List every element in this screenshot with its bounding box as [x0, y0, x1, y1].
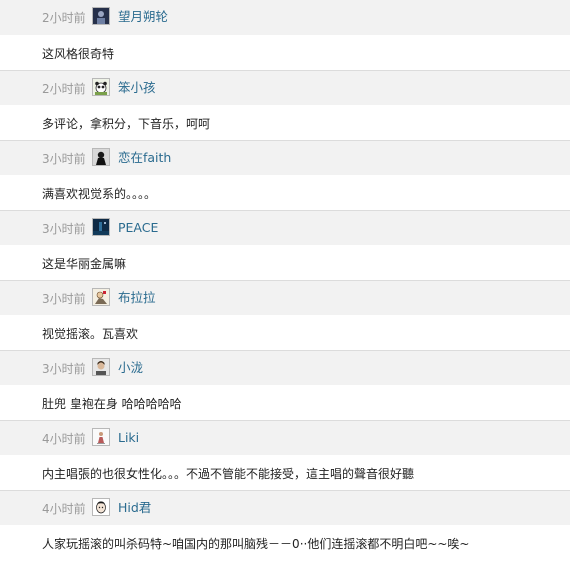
avatar[interactable]: [92, 498, 110, 516]
comment-item: 4小时前 Hid君 人家玩摇滚的叫杀码特~咱国内的那叫脑残－－0··他们连摇滚都…: [0, 490, 570, 560]
night-scene-avatar-icon: [93, 219, 109, 235]
avatar[interactable]: [92, 148, 110, 166]
small-figure-avatar-icon: [93, 429, 109, 445]
comment-timestamp: 3小时前: [42, 222, 86, 236]
comment-item: 2小时前 望月朔轮 这风格很奇特: [0, 0, 570, 70]
comment-list: 2小时前 望月朔轮 这风格很奇特 2小时前 笨小孩 多评论，拿积分，下音乐，呵呵…: [0, 0, 570, 561]
comment-header: 3小时前 恋在faith: [0, 140, 570, 175]
comment-timestamp: 3小时前: [42, 292, 86, 306]
comment-item: 2小时前 笨小孩 多评论，拿积分，下音乐，呵呵: [0, 70, 570, 140]
comment-header: 3小时前 PEACE: [0, 210, 570, 245]
comment-text: 这是华丽金属嘛: [42, 257, 127, 271]
comment-username[interactable]: 小泷: [118, 360, 143, 376]
comment-item: 3小时前 小泷 肚兜 皇袍在身 哈哈哈哈哈: [0, 350, 570, 420]
comment-text: 多评论，拿积分，下音乐，呵呵: [42, 117, 211, 131]
comment-header: 3小时前 布拉拉: [0, 280, 570, 315]
dark-figure-avatar-icon: [93, 8, 109, 24]
face-avatar-icon: [93, 499, 109, 515]
comment-username[interactable]: 恋在faith: [118, 150, 171, 166]
comment-text: 肚兜 皇袍在身 哈哈哈哈哈: [42, 397, 182, 411]
comment-username[interactable]: PEACE: [118, 220, 158, 236]
comment-item: 3小时前 PEACE 这是华丽金属嘛: [0, 210, 570, 280]
dark-figure-avatar-icon: [93, 149, 109, 165]
comment-text: 这风格很奇特: [42, 47, 115, 61]
comment-timestamp: 3小时前: [42, 152, 86, 166]
portrait-avatar-icon: [93, 359, 109, 375]
comment-timestamp: 4小时前: [42, 502, 86, 516]
comment-text: 满喜欢视觉系的。。。。: [42, 187, 157, 201]
comment-header: 3小时前 小泷: [0, 350, 570, 385]
avatar[interactable]: [92, 78, 110, 96]
comment-item: 4小时前 Liki 内主唱張的也很女性化。。。不過不管能不能接受，這主唱的聲音很…: [0, 420, 570, 490]
avatar[interactable]: [92, 428, 110, 446]
comment-header: 4小时前 Hid君: [0, 490, 570, 525]
comment-item: 3小时前 恋在faith 满喜欢视觉系的。。。。: [0, 140, 570, 210]
comment-item: 3小时前 布拉拉 视觉摇滚。瓦喜欢: [0, 280, 570, 350]
comment-username[interactable]: Hid君: [118, 500, 151, 516]
comment-username[interactable]: 笨小孩: [118, 80, 156, 96]
cartoon-avatar-icon: [93, 289, 109, 305]
comment-header: 4小时前 Liki: [0, 420, 570, 455]
comment-username[interactable]: 布拉拉: [118, 290, 156, 306]
comment-text: 人家玩摇滚的叫杀码特~咱国内的那叫脑残－－0··他们连摇滚都不明白吧~~唉~: [42, 537, 470, 551]
comment-timestamp: 2小时前: [42, 82, 86, 96]
panda-avatar-icon: [93, 79, 109, 95]
comment-timestamp: 2小时前: [42, 11, 86, 25]
comment-text: 视觉摇滚。瓦喜欢: [42, 327, 139, 341]
comment-timestamp: 3小时前: [42, 362, 86, 376]
avatar[interactable]: [92, 7, 110, 25]
comment-username[interactable]: 望月朔轮: [118, 9, 168, 25]
comment-header: 2小时前 笨小孩: [0, 70, 570, 105]
avatar[interactable]: [92, 358, 110, 376]
comment-text: 内主唱張的也很女性化。。。不過不管能不能接受，這主唱的聲音很好聽: [42, 467, 415, 481]
avatar[interactable]: [92, 288, 110, 306]
comment-username[interactable]: Liki: [118, 430, 139, 446]
comment-header: 2小时前 望月朔轮: [0, 0, 570, 35]
comment-timestamp: 4小时前: [42, 432, 86, 446]
avatar[interactable]: [92, 218, 110, 236]
